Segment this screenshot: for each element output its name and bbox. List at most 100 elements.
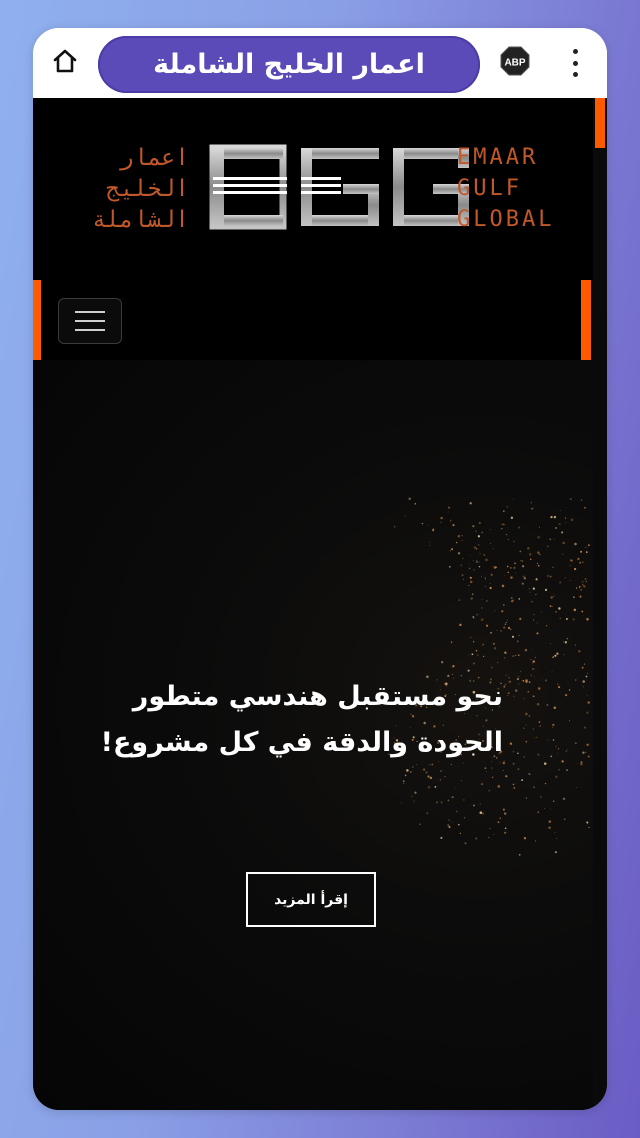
city-light-dot bbox=[528, 588, 530, 590]
adblock-button[interactable]: ABP bbox=[500, 46, 530, 76]
city-light-dot bbox=[469, 502, 472, 505]
city-light-dot bbox=[504, 831, 507, 834]
city-light-dot bbox=[475, 649, 478, 652]
city-light-dot bbox=[511, 635, 515, 638]
city-light-dot bbox=[553, 515, 557, 519]
city-light-dot bbox=[552, 739, 555, 741]
city-light-dot bbox=[460, 564, 462, 566]
city-light-dot bbox=[459, 832, 461, 835]
city-light-dot bbox=[411, 795, 413, 797]
city-light-dot bbox=[448, 825, 451, 829]
city-light-dot bbox=[525, 712, 528, 716]
city-light-dot bbox=[414, 791, 417, 794]
city-light-dot bbox=[566, 637, 569, 640]
city-light-dot bbox=[484, 585, 486, 587]
city-light-dot bbox=[464, 842, 467, 845]
browser-menu-button[interactable] bbox=[563, 46, 587, 80]
navbar-toggle-button[interactable] bbox=[58, 298, 122, 344]
city-light-dot bbox=[516, 640, 519, 643]
hero-headline-line: الجودة والدقة في كل مشروع! bbox=[100, 727, 503, 758]
home-button[interactable] bbox=[49, 45, 81, 77]
city-light-dot bbox=[536, 736, 538, 738]
city-light-dot bbox=[473, 662, 476, 665]
page-title-pill[interactable]: اعمار الخليج الشاملة bbox=[98, 36, 480, 93]
city-light-dot bbox=[550, 808, 552, 810]
city-light-dot bbox=[538, 721, 541, 723]
city-light-dot bbox=[500, 630, 502, 632]
city-light-dot bbox=[473, 804, 475, 807]
city-light-dot bbox=[461, 574, 464, 577]
hero-headline-line: نحو مستقبل هندسي متطور bbox=[132, 681, 503, 712]
site-logo[interactable]: اعمار الخليج الشاملة EMAAR GULF GLOBAL bbox=[63, 138, 573, 238]
city-light-dot bbox=[556, 753, 558, 755]
city-light-dot bbox=[481, 531, 483, 534]
city-light-dot bbox=[483, 554, 486, 556]
city-light-dot bbox=[528, 715, 531, 717]
city-light-dot bbox=[497, 661, 499, 664]
city-light-dot bbox=[549, 605, 552, 607]
city-light-dot bbox=[477, 535, 481, 538]
city-light-dot bbox=[458, 599, 461, 602]
city-light-dot bbox=[519, 551, 521, 553]
city-light-dot bbox=[475, 530, 477, 532]
city-light-dot bbox=[557, 748, 560, 750]
page-scrollbar[interactable] bbox=[593, 98, 607, 1110]
city-light-dot bbox=[531, 662, 533, 664]
city-light-dot bbox=[552, 723, 555, 727]
city-light-dot bbox=[432, 529, 435, 532]
city-light-dot bbox=[454, 788, 456, 789]
city-light-dot bbox=[505, 674, 507, 676]
city-light-dot bbox=[586, 743, 589, 747]
city-light-dot bbox=[564, 577, 566, 579]
city-light-dot bbox=[556, 652, 559, 655]
city-light-dot bbox=[480, 576, 483, 578]
city-light-dot bbox=[549, 643, 551, 645]
city-light-dot bbox=[544, 782, 547, 785]
city-light-dot bbox=[561, 531, 564, 534]
city-light-dot bbox=[409, 770, 412, 774]
city-light-dot bbox=[489, 542, 491, 544]
city-light-dot bbox=[479, 552, 481, 554]
city-light-dot bbox=[504, 812, 507, 815]
read-more-button[interactable]: إقرأ المزيد bbox=[246, 872, 376, 927]
city-light-dot bbox=[533, 619, 535, 621]
city-light-dot bbox=[519, 617, 522, 621]
city-light-dot bbox=[425, 771, 428, 774]
city-light-dot bbox=[539, 553, 541, 556]
city-light-dot bbox=[426, 812, 429, 815]
city-light-dot bbox=[532, 728, 534, 730]
city-light-dot bbox=[537, 562, 539, 564]
city-light-dot bbox=[531, 649, 533, 651]
city-light-dot bbox=[536, 578, 538, 580]
city-light-dot bbox=[529, 558, 532, 561]
city-light-dot bbox=[510, 628, 512, 631]
city-light-dot bbox=[507, 626, 511, 630]
city-light-dot bbox=[513, 787, 516, 789]
city-light-dot bbox=[533, 786, 536, 789]
city-light-dot bbox=[504, 683, 507, 686]
city-light-dot bbox=[508, 676, 510, 679]
city-light-dot bbox=[525, 741, 528, 743]
city-light-dot bbox=[504, 623, 507, 626]
city-light-dot bbox=[569, 559, 572, 562]
city-light-dot bbox=[578, 586, 581, 588]
logo-arabic-line: الخليج bbox=[105, 176, 189, 202]
city-light-dot bbox=[521, 779, 524, 782]
city-light-dot bbox=[455, 541, 458, 544]
city-light-dot bbox=[486, 600, 488, 602]
city-light-dot bbox=[502, 604, 505, 606]
city-light-dot bbox=[528, 773, 531, 776]
city-light-dot bbox=[584, 726, 587, 729]
city-light-dot bbox=[507, 571, 509, 574]
city-light-dot bbox=[477, 544, 480, 546]
city-light-dot bbox=[554, 831, 556, 833]
city-light-dot bbox=[460, 780, 462, 782]
city-light-dot bbox=[548, 826, 551, 829]
web-viewport[interactable]: اعمار الخليج الشاملة EMAAR GULF GLOBAL ن… bbox=[33, 98, 607, 1110]
city-light-dot bbox=[564, 522, 566, 524]
scrollbar-thumb[interactable] bbox=[595, 98, 605, 148]
city-light-dot bbox=[575, 787, 577, 788]
city-light-dot bbox=[585, 751, 587, 754]
city-light-dot bbox=[501, 584, 505, 588]
city-light-dot bbox=[491, 776, 494, 779]
